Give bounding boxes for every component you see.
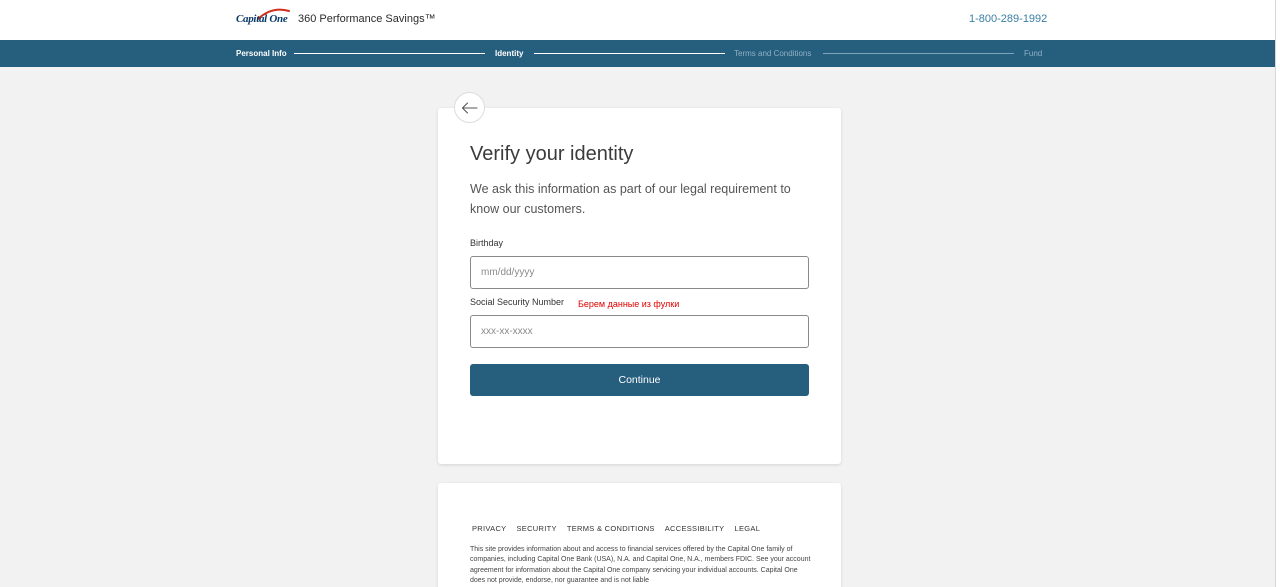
- site-header: Capital One 360 Performance Savings™ 1-8…: [0, 0, 1275, 40]
- progress-line-3: [823, 53, 1014, 54]
- step-personal-info: Personal Info: [236, 49, 287, 58]
- step-fund: Fund: [1024, 49, 1043, 58]
- red-annotation: Берем данные из фулки: [578, 299, 680, 309]
- ssn-label: Social Security Number: [470, 297, 565, 307]
- right-scroll-strip: [1275, 0, 1280, 587]
- phone-link[interactable]: 1-800-289-1992: [969, 13, 1047, 25]
- footer-link-privacy[interactable]: PRIVACY: [472, 524, 506, 533]
- footer-link-terms[interactable]: TERMS & CONDITIONS: [567, 524, 655, 533]
- birthday-input[interactable]: [470, 256, 809, 289]
- continue-button[interactable]: Continue: [470, 364, 809, 396]
- birthday-label: Birthday: [470, 238, 504, 248]
- back-button[interactable]: [454, 92, 485, 123]
- capital-one-logo[interactable]: Capital One: [236, 8, 290, 30]
- product-title: 360 Performance Savings™: [298, 13, 436, 25]
- footer-link-legal[interactable]: LEGAL: [734, 524, 760, 533]
- arrow-left-icon: [461, 101, 478, 114]
- footer-links: PRIVACY SECURITY TERMS & CONDITIONS ACCE…: [472, 524, 770, 533]
- progress-bar: Personal Info Identity Terms and Conditi…: [0, 40, 1275, 67]
- step-terms: Terms and Conditions: [734, 49, 812, 58]
- page-title: Verify your identity: [470, 143, 634, 165]
- progress-line-1: [294, 53, 485, 54]
- footer-link-security[interactable]: SECURITY: [516, 524, 556, 533]
- logo-text: Capital One: [236, 13, 288, 25]
- step-identity: Identity: [495, 49, 524, 58]
- footer-link-accessibility[interactable]: ACCESSIBILITY: [665, 524, 725, 533]
- progress-line-2: [534, 53, 725, 54]
- footer-disclaimer: This site provides information about and…: [470, 546, 811, 584]
- page-subtitle: We ask this information as part of our l…: [470, 182, 791, 216]
- ssn-input[interactable]: [470, 315, 809, 348]
